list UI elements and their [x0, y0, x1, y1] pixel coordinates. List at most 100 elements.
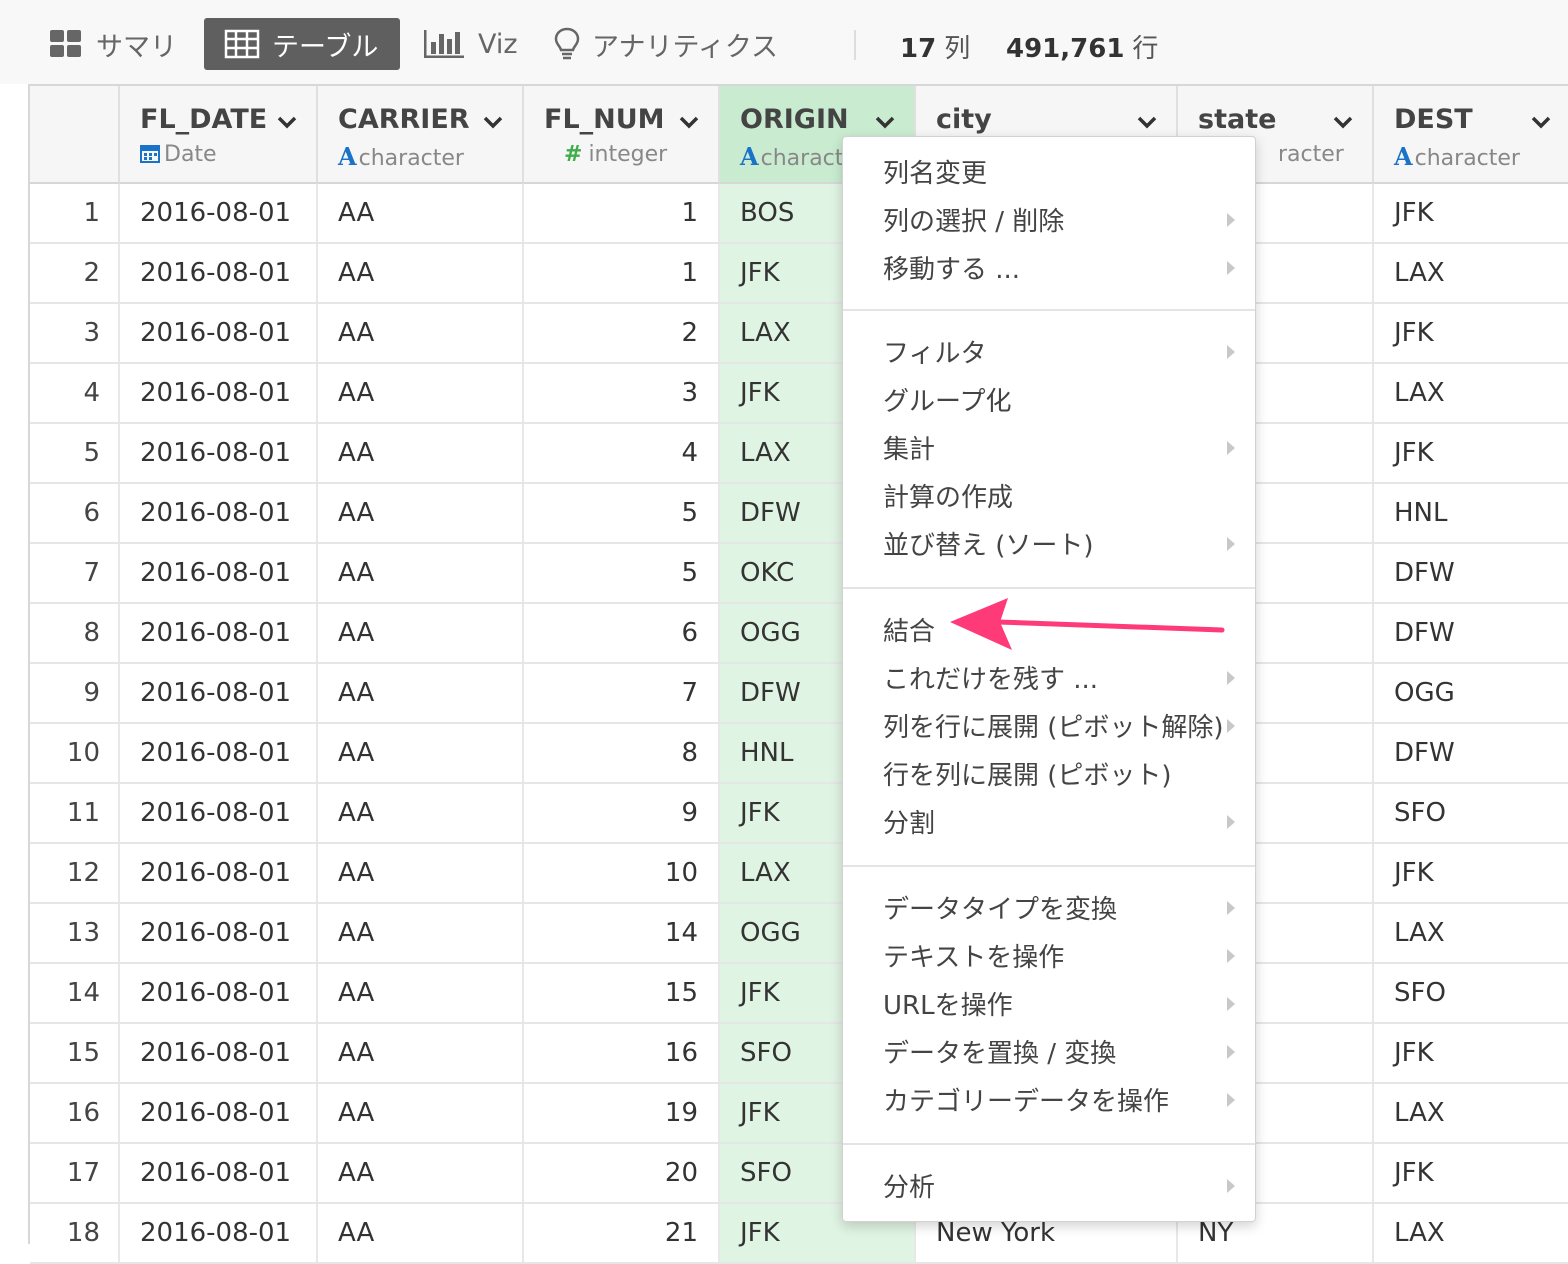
cell-fl-num[interactable]: 1 [524, 184, 720, 242]
cell-fl-date[interactable]: 2016-08-01 [120, 664, 318, 722]
chevron-down-icon[interactable] [678, 114, 700, 133]
cell-dest[interactable]: OGG [1374, 664, 1568, 722]
menu-item[interactable]: URLを操作 [883, 985, 1013, 1022]
menu-item[interactable]: 結合 [883, 611, 935, 648]
menu-item[interactable]: カテゴリーデータを操作 [883, 1081, 1169, 1118]
cell-fl-num[interactable]: 9 [524, 784, 720, 842]
table-row[interactable]: 5 2016-08-01 AA 4 LAX JFK [30, 424, 1568, 484]
column-header-dest[interactable]: DEST Acharacter [1374, 86, 1568, 184]
row-number[interactable]: 1 [30, 184, 120, 242]
table-row[interactable]: 10 2016-08-01 AA 8 HNL DFW [30, 724, 1568, 784]
cell-carrier[interactable]: AA [318, 544, 524, 602]
tab-analytics[interactable]: アナリティクス [554, 18, 778, 70]
menu-item[interactable]: 列を行に展開 (ピボット解除) [883, 707, 1224, 744]
table-row[interactable]: 12 2016-08-01 AA 10 LAX JFK [30, 844, 1568, 904]
cell-fl-date[interactable]: 2016-08-01 [120, 1084, 318, 1142]
column-header-fl-date[interactable]: FL_DATE Date [120, 86, 318, 184]
cell-dest[interactable]: DFW [1374, 544, 1568, 602]
cell-carrier[interactable]: AA [318, 604, 524, 662]
cell-fl-date[interactable]: 2016-08-01 [120, 184, 318, 242]
cell-dest[interactable]: JFK [1374, 1024, 1568, 1082]
cell-fl-num[interactable]: 10 [524, 844, 720, 902]
cell-carrier[interactable]: AA [318, 244, 524, 302]
cell-fl-date[interactable]: 2016-08-01 [120, 1024, 318, 1082]
cell-carrier[interactable]: AA [318, 1084, 524, 1142]
cell-dest[interactable]: LAX [1374, 364, 1568, 422]
cell-dest[interactable]: DFW [1374, 724, 1568, 782]
cell-fl-date[interactable]: 2016-08-01 [120, 784, 318, 842]
table-row[interactable]: 4 2016-08-01 AA 3 JFK LAX [30, 364, 1568, 424]
cell-carrier[interactable]: AA [318, 964, 524, 1022]
menu-item[interactable]: 分割 [883, 803, 935, 840]
cell-fl-num[interactable]: 1 [524, 244, 720, 302]
menu-item[interactable]: 行を列に展開 (ピボット) [883, 755, 1172, 792]
table-row[interactable]: 6 2016-08-01 AA 5 DFW HNL [30, 484, 1568, 544]
row-number[interactable]: 18 [30, 1204, 120, 1262]
cell-carrier[interactable]: AA [318, 904, 524, 962]
chevron-down-icon[interactable] [482, 114, 504, 133]
cell-fl-num[interactable]: 8 [524, 724, 720, 782]
cell-dest[interactable]: SFO [1374, 784, 1568, 842]
row-number[interactable]: 17 [30, 1144, 120, 1202]
table-row[interactable]: 2 2016-08-01 AA 1 JFK LAX [30, 244, 1568, 304]
table-row[interactable]: 7 2016-08-01 AA 5 OKC DFW [30, 544, 1568, 604]
menu-item[interactable]: 並び替え (ソート) [883, 525, 1094, 562]
row-number[interactable]: 11 [30, 784, 120, 842]
cell-fl-num[interactable]: 5 [524, 484, 720, 542]
cell-fl-num[interactable]: 6 [524, 604, 720, 662]
row-number[interactable]: 3 [30, 304, 120, 362]
menu-item[interactable]: 集計 [883, 429, 935, 466]
tab-summary[interactable]: サマリ [48, 18, 177, 70]
cell-fl-date[interactable]: 2016-08-01 [120, 304, 318, 362]
cell-carrier[interactable]: AA [318, 1144, 524, 1202]
cell-carrier[interactable]: AA [318, 364, 524, 422]
cell-fl-num[interactable]: 14 [524, 904, 720, 962]
cell-carrier[interactable]: AA [318, 184, 524, 242]
chevron-down-icon[interactable] [1530, 114, 1552, 133]
cell-fl-date[interactable]: 2016-08-01 [120, 844, 318, 902]
cell-carrier[interactable]: AA [318, 1024, 524, 1082]
table-row[interactable]: 14 2016-08-01 AA 15 JFK SFO [30, 964, 1568, 1024]
cell-dest[interactable]: DFW [1374, 604, 1568, 662]
cell-fl-date[interactable]: 2016-08-01 [120, 244, 318, 302]
cell-fl-date[interactable]: 2016-08-01 [120, 544, 318, 602]
column-header-fl-num[interactable]: FL_NUM # integer [524, 86, 720, 184]
chevron-down-icon[interactable] [874, 114, 896, 133]
cell-dest[interactable]: HNL [1374, 484, 1568, 542]
cell-fl-num[interactable]: 20 [524, 1144, 720, 1202]
row-number[interactable]: 15 [30, 1024, 120, 1082]
table-row[interactable]: 17 2016-08-01 AA 20 SFO JFK [30, 1144, 1568, 1204]
tab-table[interactable]: テーブル [204, 18, 400, 70]
cell-dest[interactable]: LAX [1374, 1204, 1568, 1262]
table-row[interactable]: 18 2016-08-01 AA 21 JFK New York NY LAX [30, 1204, 1568, 1264]
row-number[interactable]: 4 [30, 364, 120, 422]
cell-carrier[interactable]: AA [318, 724, 524, 782]
cell-fl-num[interactable]: 4 [524, 424, 720, 482]
cell-fl-num[interactable]: 2 [524, 304, 720, 362]
cell-carrier[interactable]: AA [318, 424, 524, 482]
row-number[interactable]: 7 [30, 544, 120, 602]
table-row[interactable]: 1 2016-08-01 AA 1 BOS JFK [30, 184, 1568, 244]
chevron-down-icon[interactable] [1332, 114, 1354, 133]
cell-dest[interactable]: JFK [1374, 424, 1568, 482]
cell-fl-num[interactable]: 16 [524, 1024, 720, 1082]
cell-fl-num[interactable]: 21 [524, 1204, 720, 1262]
table-row[interactable]: 8 2016-08-01 AA 6 OGG DFW [30, 604, 1568, 664]
chevron-down-icon[interactable] [1136, 114, 1158, 133]
menu-item[interactable]: 移動する ... [883, 249, 1020, 286]
cell-fl-num[interactable]: 15 [524, 964, 720, 1022]
table-row[interactable]: 11 2016-08-01 AA 9 JFK SFO [30, 784, 1568, 844]
cell-fl-date[interactable]: 2016-08-01 [120, 1204, 318, 1262]
table-row[interactable]: 3 2016-08-01 AA 2 LAX JFK [30, 304, 1568, 364]
menu-item[interactable]: 計算の作成 [883, 477, 1013, 514]
cell-dest[interactable]: SFO [1374, 964, 1568, 1022]
menu-item[interactable]: グループ化 [883, 381, 1011, 418]
cell-carrier[interactable]: AA [318, 304, 524, 362]
table-row[interactable]: 15 2016-08-01 AA 16 SFO JFK [30, 1024, 1568, 1084]
menu-item[interactable]: これだけを残す ... [883, 659, 1098, 696]
cell-dest[interactable]: JFK [1374, 304, 1568, 362]
column-header-carrier[interactable]: CARRIER Acharacter [318, 86, 524, 184]
cell-carrier[interactable]: AA [318, 484, 524, 542]
cell-fl-date[interactable]: 2016-08-01 [120, 724, 318, 782]
row-number[interactable]: 14 [30, 964, 120, 1022]
